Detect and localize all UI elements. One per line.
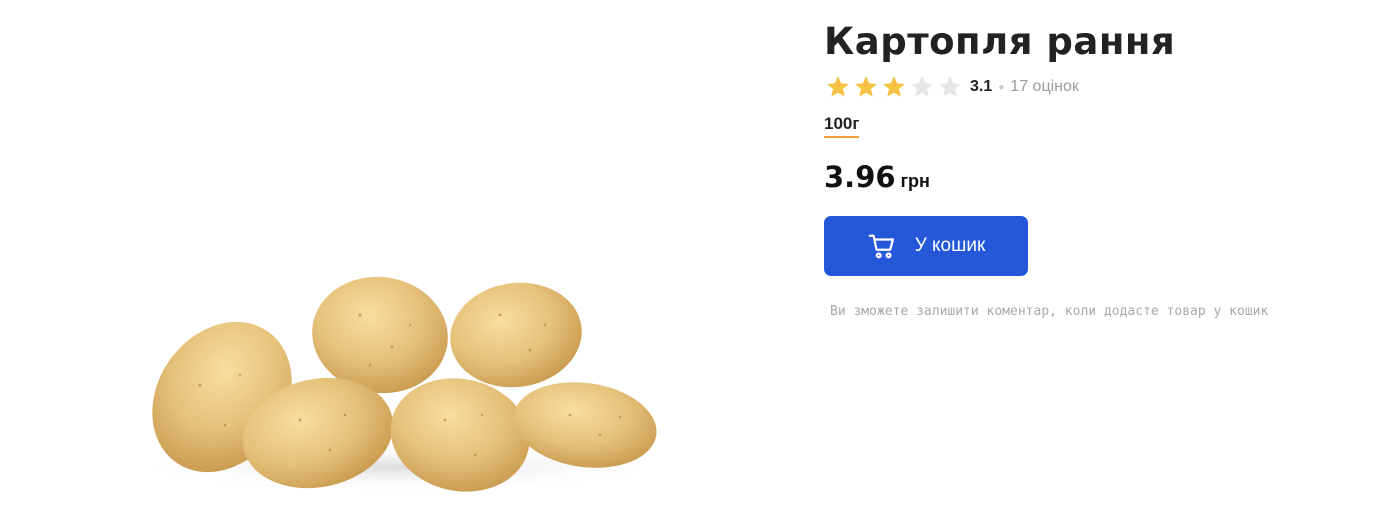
- star-filled-icon: [827, 76, 849, 97]
- rating-count-link[interactable]: 17 оцінок: [1010, 78, 1079, 96]
- product-image: [130, 255, 680, 515]
- add-to-cart-button[interactable]: У кошик: [824, 216, 1028, 276]
- price: 3.96 грн: [824, 160, 1364, 194]
- rating-separator-dot: ●: [998, 81, 1005, 93]
- product-info: Картопля рання 3.1 ● 17 оцінок 100г 3.96…: [824, 18, 1364, 319]
- price-value: 3.96: [824, 160, 896, 194]
- product-title: Картопля рання: [824, 20, 1176, 63]
- weight-option[interactable]: 100г: [824, 114, 860, 138]
- star-filled-icon: [855, 76, 877, 97]
- comment-note: Ви зможете залишити коментар, коли додас…: [830, 304, 1269, 319]
- cart-icon: [868, 234, 894, 259]
- price-currency: грн: [900, 171, 930, 191]
- star-empty-icon: [911, 76, 933, 97]
- potatoes-image: [130, 276, 670, 493]
- product-page: Картопля рання 3.1 ● 17 оцінок 100г 3.96…: [0, 0, 1392, 530]
- rating-stars: [824, 74, 964, 100]
- rating-row: 3.1 ● 17 оцінок: [824, 74, 1364, 100]
- star-empty-icon: [939, 76, 961, 97]
- add-to-cart-label: У кошик: [914, 235, 986, 256]
- star-filled-icon: [883, 76, 905, 97]
- rating-value: 3.1: [970, 78, 993, 95]
